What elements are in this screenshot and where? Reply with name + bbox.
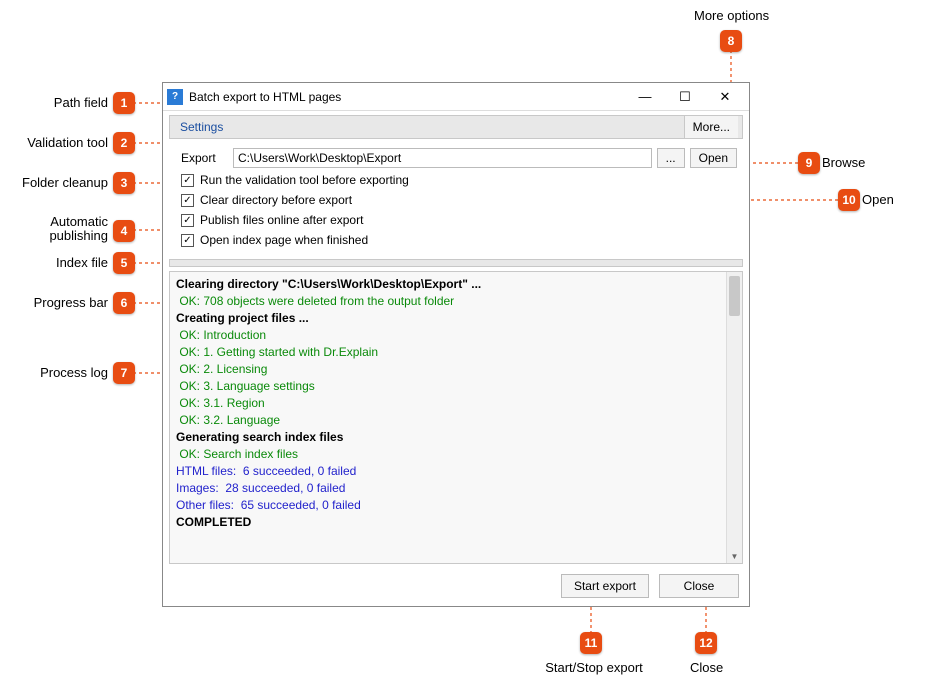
start-export-label: Start export [574,579,636,593]
scroll-down-icon[interactable]: ▼ [727,549,742,563]
callout-label-3: Folder cleanup [14,175,108,190]
browse-button-label: ... [666,151,676,165]
checkbox-validation-label: Run the validation tool before exporting [200,173,409,187]
log-line: Other files: 65 succeeded, 0 failed [176,497,720,514]
checkbox-validation[interactable]: ✓ [181,174,194,187]
log-line: Clearing directory "C:\Users\Work\Deskto… [176,276,720,293]
checkbox-publish[interactable]: ✓ [181,214,194,227]
scroll-thumb[interactable] [729,276,740,316]
callout-label-10: Open [862,192,894,207]
log-scrollbar[interactable]: ▲ ▼ [726,272,742,563]
close-label: Close [684,579,715,593]
log-line: OK: 708 objects were deleted from the ou… [176,293,720,310]
log-line: COMPLETED [176,514,720,531]
callout-badge-10: 10 [838,189,860,211]
log-line: OK: 1. Getting started with Dr.Explain [176,344,720,361]
callout-label-12: Close [690,660,723,675]
more-button[interactable]: More... [684,116,738,138]
checkbox-index[interactable]: ✓ [181,234,194,247]
open-button[interactable]: Open [690,148,737,168]
log-line: OK: 2. Licensing [176,361,720,378]
log-line: OK: 3.2. Language [176,412,720,429]
callout-badge-2: 2 [113,132,135,154]
close-window-button[interactable]: ✕ [705,84,745,110]
titlebar: ? Batch export to HTML pages — ☐ ✕ [163,83,749,111]
export-label: Export [181,151,233,165]
log-line: OK: Introduction [176,327,720,344]
checkbox-publish-label: Publish files online after export [200,213,363,227]
callout-label-6: Progress bar [14,295,108,310]
close-button[interactable]: Close [659,574,739,598]
callout-label-8: More options [694,8,769,23]
log-line: Generating search index files [176,429,720,446]
callout-label-7: Process log [14,365,108,380]
callout-badge-5: 5 [113,252,135,274]
callout-badge-3: 3 [113,172,135,194]
log-line: Creating project files ... [176,310,720,327]
browse-button[interactable]: ... [657,148,685,168]
callout-badge-7: 7 [113,362,135,384]
log-line: HTML files: 6 succeeded, 0 failed [176,463,720,480]
open-button-label: Open [699,151,728,165]
log-content[interactable]: Clearing directory "C:\Users\Work\Deskto… [170,272,726,563]
log-line: OK: Search index files [176,446,720,463]
callout-badge-1: 1 [113,92,135,114]
checkbox-index-label: Open index page when finished [200,233,368,247]
path-input[interactable] [233,148,652,168]
log-line: Images: 28 succeeded, 0 failed [176,480,720,497]
process-log: Clearing directory "C:\Users\Work\Deskto… [169,271,743,564]
checkbox-clear[interactable]: ✓ [181,194,194,207]
settings-bar: Settings More... [169,115,743,139]
more-button-label: More... [693,120,730,134]
log-line: OK: 3.1. Region [176,395,720,412]
footer: Start export Close [163,570,749,606]
callout-label-5: Index file [14,255,108,270]
callout-label-4: Automaticpublishing [14,215,108,243]
app-icon: ? [167,89,183,105]
callout-label-11: Start/Stop export [540,660,648,675]
checkbox-clear-label: Clear directory before export [200,193,352,207]
form-area: Export ... Open ✓ Run the validation too… [163,141,749,253]
progress-bar [169,259,743,267]
callout-badge-8: 8 [720,30,742,52]
callout-badge-4: 4 [113,220,135,242]
maximize-button[interactable]: ☐ [665,84,705,110]
start-export-button[interactable]: Start export [561,574,649,598]
minimize-button[interactable]: — [625,84,665,110]
window-title: Batch export to HTML pages [189,90,625,104]
settings-label: Settings [174,120,229,134]
callout-badge-12: 12 [695,632,717,654]
callout-label-1: Path field [14,95,108,110]
dialog-window: ? Batch export to HTML pages — ☐ ✕ Setti… [162,82,750,607]
callout-label-9: Browse [822,155,865,170]
callout-badge-9: 9 [798,152,820,174]
log-line: OK: 3. Language settings [176,378,720,395]
callout-badge-11: 11 [580,632,602,654]
callout-label-2: Validation tool [14,135,108,150]
callout-badge-6: 6 [113,292,135,314]
